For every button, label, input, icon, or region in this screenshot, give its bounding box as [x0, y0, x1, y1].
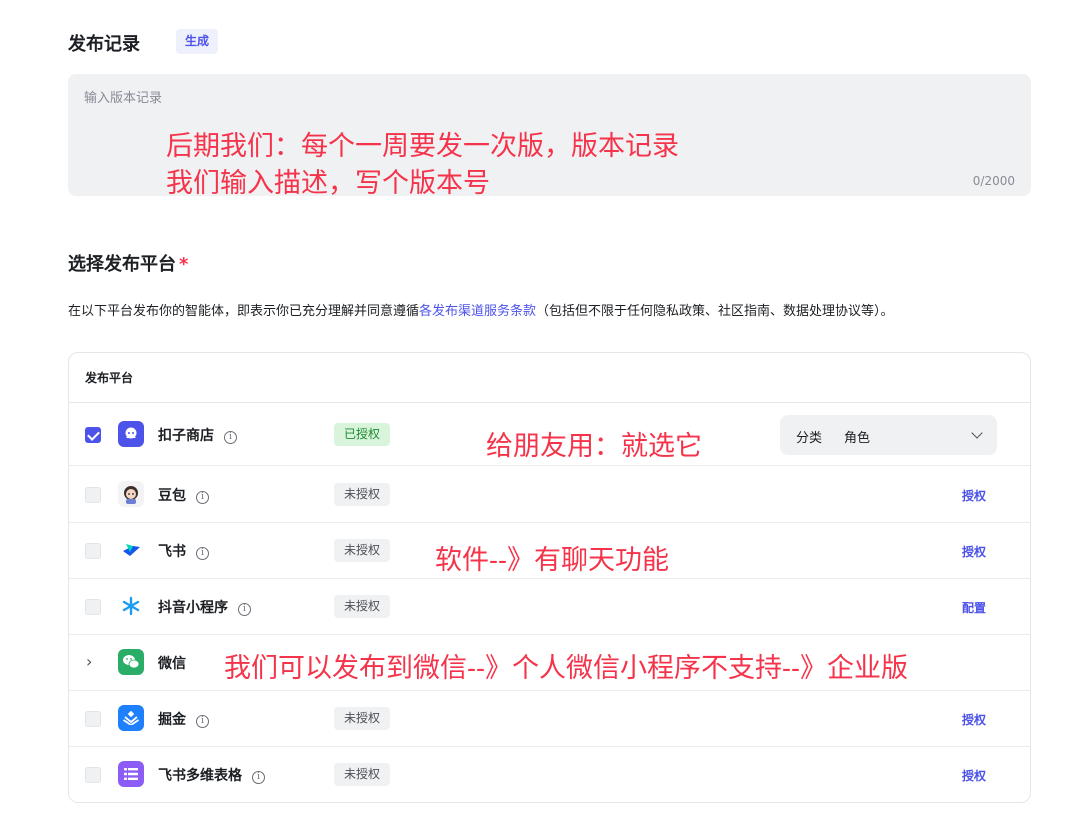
feishu-bitable-icon: [118, 761, 144, 787]
authorize-button[interactable]: 授权: [962, 487, 986, 504]
annotation-text: 给朋友用：就选它: [486, 431, 702, 461]
feishu-bitable-label: 飞书多维表格: [158, 768, 242, 784]
terms-link[interactable]: 各发布渠道服务条款: [419, 304, 536, 319]
platform-title-text: 选择发布平台: [68, 254, 176, 275]
authorize-button[interactable]: 授权: [962, 711, 986, 728]
douyin-miniapp-name: 抖音小程序 i: [158, 597, 251, 617]
info-icon[interactable]: i: [224, 431, 237, 444]
annotation-text: 后期我们：每个一周要发一次版，版本记录: [166, 131, 679, 161]
release-title: 发布记录: [68, 34, 140, 55]
generate-button[interactable]: 生成: [176, 29, 219, 54]
info-icon[interactable]: i: [196, 715, 209, 728]
status-badge: 未授权: [334, 595, 391, 618]
agreement-after: （包括但不限于任何隐私政策、社区指南、数据处理协议等）。: [536, 304, 894, 319]
wechat-name: 微信: [158, 656, 186, 672]
annotation-text: 我们输入描述，写个版本号: [166, 168, 490, 198]
doubao-name: 豆包 i: [158, 485, 209, 505]
info-icon[interactable]: i: [252, 771, 265, 784]
feishu-checkbox[interactable]: [85, 543, 101, 559]
status-badge: 未授权: [334, 539, 391, 562]
platform-row-douyin-miniapp[interactable]: 抖音小程序 i 未授权 配置: [69, 579, 1030, 635]
status-badge: 已授权: [334, 423, 391, 446]
coze-store-icon: [118, 421, 144, 447]
required-mark: *: [179, 254, 189, 275]
douyin-miniapp-icon: [118, 593, 144, 619]
category-value: 角色: [844, 431, 871, 446]
release-notes-placeholder: 输入版本记录: [84, 91, 163, 106]
coze-store-label: 扣子商店: [158, 428, 214, 444]
category-select[interactable]: 分类 角色: [780, 415, 997, 455]
chevron-right-icon[interactable]: ›: [86, 652, 92, 671]
configure-button[interactable]: 配置: [962, 599, 986, 616]
agreement-text: 在以下平台发布你的智能体，即表示你已充分理解并同意遵循各发布渠道服务条款（包括但…: [68, 300, 1043, 323]
platform-row-feishu-bitable[interactable]: 飞书多维表格 i 未授权 授权: [69, 747, 1030, 802]
juejin-label: 掘金: [158, 712, 186, 728]
info-icon[interactable]: i: [196, 491, 209, 504]
feishu-icon: [118, 537, 144, 563]
status-badge: 未授权: [334, 707, 391, 730]
feishu-label: 飞书: [158, 544, 186, 560]
status-badge: 未授权: [334, 763, 391, 786]
douyin-miniapp-checkbox[interactable]: [85, 599, 101, 615]
wechat-icon: [118, 649, 144, 675]
doubao-checkbox[interactable]: [85, 487, 101, 503]
platform-table: 发布平台 扣子商店 i 已授权 分类 角色 豆包 i 未授权 授权 飞书 i 未授权 …: [68, 352, 1031, 803]
status-badge: 未授权: [334, 483, 391, 506]
category-label: 分类: [796, 431, 823, 446]
coze-store-checkbox[interactable]: [85, 427, 101, 443]
annotation-text: 软件--》有聊天功能: [435, 545, 669, 575]
platform-row-doubao[interactable]: 豆包 i 未授权 授权: [69, 466, 1030, 523]
authorize-button[interactable]: 授权: [962, 543, 986, 560]
doubao-icon: [118, 481, 144, 507]
info-icon[interactable]: i: [196, 547, 209, 560]
juejin-checkbox[interactable]: [85, 711, 101, 727]
coze-store-name: 扣子商店 i: [158, 425, 237, 445]
table-header: 发布平台: [69, 353, 1030, 403]
chevron-down-icon: [971, 427, 983, 439]
char-counter: 0/2000: [972, 174, 1015, 188]
platform-section-title: 选择发布平台 *: [68, 250, 188, 276]
juejin-name: 掘金 i: [158, 709, 209, 729]
annotation-text: 我们可以发布到微信--》个人微信小程序不支持--》企业版: [224, 653, 908, 683]
juejin-icon: [118, 705, 144, 731]
feishu-bitable-checkbox[interactable]: [85, 767, 101, 783]
feishu-name: 飞书 i: [158, 541, 209, 561]
authorize-button[interactable]: 授权: [962, 767, 986, 784]
info-icon[interactable]: i: [238, 603, 251, 616]
doubao-label: 豆包: [158, 488, 186, 504]
feishu-bitable-name: 飞书多维表格 i: [158, 765, 265, 785]
platform-row-juejin[interactable]: 掘金 i 未授权 授权: [69, 691, 1030, 747]
agreement-before: 在以下平台发布你的智能体，即表示你已充分理解并同意遵循: [68, 304, 420, 319]
douyin-miniapp-label: 抖音小程序: [158, 600, 228, 616]
